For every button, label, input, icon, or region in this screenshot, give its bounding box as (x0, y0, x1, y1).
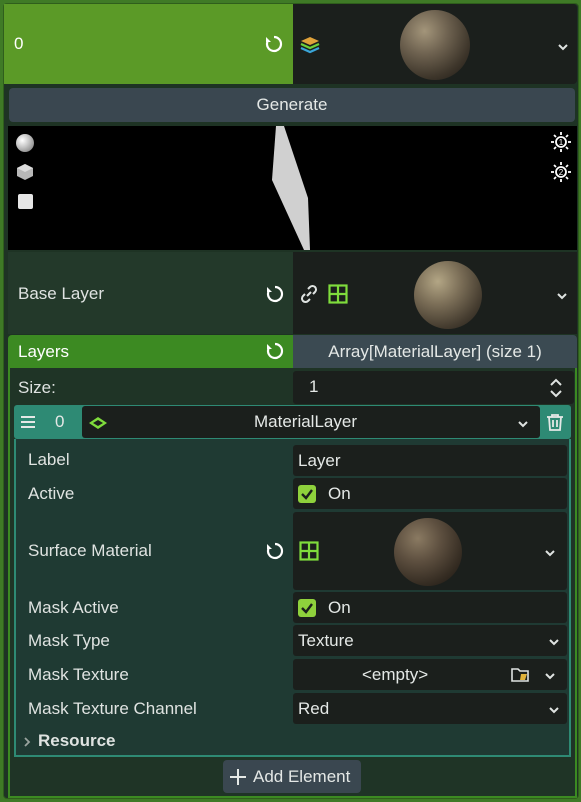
label-input-value: Layer (298, 451, 341, 470)
mask-type-dropdown[interactable]: Texture (293, 625, 567, 656)
element-index: 0 (55, 412, 65, 431)
surface-material-thumbnail (394, 518, 462, 586)
plus-icon (229, 768, 247, 786)
material-index-row[interactable]: 0 (4, 4, 293, 84)
preview-plane-mesh (272, 126, 310, 250)
resource-section-toggle[interactable]: Resource (22, 729, 222, 753)
size-spinbox[interactable]: 1 (293, 371, 574, 404)
chevron-right-icon (22, 734, 32, 748)
diamond-icon (88, 415, 108, 429)
sun-2-icon[interactable]: 2 (551, 162, 571, 182)
revert-icon[interactable] (264, 34, 284, 54)
mask-channel-key: Mask Texture Channel (28, 699, 197, 718)
add-element-label: Add Element (253, 767, 351, 786)
grid-icon (299, 541, 319, 561)
element-type-dropdown[interactable]: MaterialLayer (82, 406, 540, 438)
add-element-button[interactable]: Add Element (223, 760, 361, 793)
mask-channel-value: Red (298, 699, 330, 718)
base-layer-resource[interactable] (293, 252, 577, 334)
label-input[interactable]: Layer (293, 445, 567, 476)
chevron-down-icon[interactable] (547, 702, 561, 716)
layers-label: Layers (18, 342, 70, 361)
active-toggle[interactable]: On (293, 478, 567, 509)
mask-texture-value: <empty> (362, 665, 429, 684)
sphere-shape-icon[interactable] (16, 134, 34, 152)
mask-active-value: On (328, 598, 351, 617)
generate-button[interactable]: Generate (9, 88, 575, 122)
cube-shape-icon[interactable] (16, 163, 34, 181)
checkbox-icon[interactable] (298, 485, 316, 503)
material-thumbnail (400, 10, 470, 80)
chevron-down-icon[interactable] (543, 668, 557, 682)
revert-icon[interactable] (265, 541, 285, 561)
mask-channel-dropdown[interactable]: Red (293, 693, 567, 724)
mask-active-toggle[interactable]: On (293, 592, 567, 623)
active-value: On (328, 484, 351, 503)
revert-icon[interactable] (265, 341, 285, 361)
mask-type-key: Mask Type (28, 631, 110, 650)
resource-label: Resource (38, 731, 116, 750)
checkbox-icon[interactable] (298, 599, 316, 617)
label-key: Label (28, 450, 70, 469)
surface-material-key: Surface Material (28, 541, 152, 560)
base-layer-label: Base Layer (18, 284, 104, 303)
plane-shape-icon[interactable] (18, 194, 33, 209)
surface-material-resource[interactable] (293, 512, 567, 590)
material-index-value: 0 (14, 34, 24, 53)
grid-icon (328, 284, 348, 304)
chevron-down-icon[interactable] (555, 288, 569, 302)
base-layer-row: Base Layer (8, 252, 293, 334)
sun-1-icon[interactable]: 1 (551, 132, 571, 152)
up-down-icon[interactable] (549, 378, 563, 398)
active-key: Active (28, 484, 75, 503)
chevron-down-icon[interactable] (556, 39, 570, 53)
svg-text:2: 2 (559, 168, 564, 177)
link-icon[interactable] (299, 284, 319, 304)
mask-texture-resource[interactable]: <empty> (293, 659, 567, 690)
trash-icon (546, 413, 564, 431)
menu-icon[interactable] (20, 414, 36, 430)
base-layer-thumbnail (414, 261, 482, 329)
layer-stack-icon (299, 35, 321, 55)
folder-icon[interactable] (511, 666, 529, 683)
chevron-down-icon[interactable] (516, 416, 530, 430)
trash-button[interactable] (541, 406, 569, 438)
mask-type-value: Texture (298, 631, 354, 650)
mask-texture-key: Mask Texture (28, 665, 129, 684)
layers-header[interactable]: Layers (8, 335, 293, 368)
element-type-label: MaterialLayer (254, 412, 357, 431)
material-preview-viewport[interactable]: 1 2 (8, 126, 577, 250)
size-label: Size: (18, 378, 56, 397)
layers-array-toggle[interactable]: Array[MaterialLayer] (size 1) (293, 335, 577, 368)
material-preview-resource[interactable] (293, 4, 577, 84)
svg-text:1: 1 (559, 138, 564, 147)
chevron-down-icon[interactable] (547, 634, 561, 648)
mask-active-key: Mask Active (28, 598, 119, 617)
revert-icon[interactable] (265, 284, 285, 304)
chevron-down-icon[interactable] (543, 545, 557, 559)
size-value: 1 (309, 377, 319, 396)
